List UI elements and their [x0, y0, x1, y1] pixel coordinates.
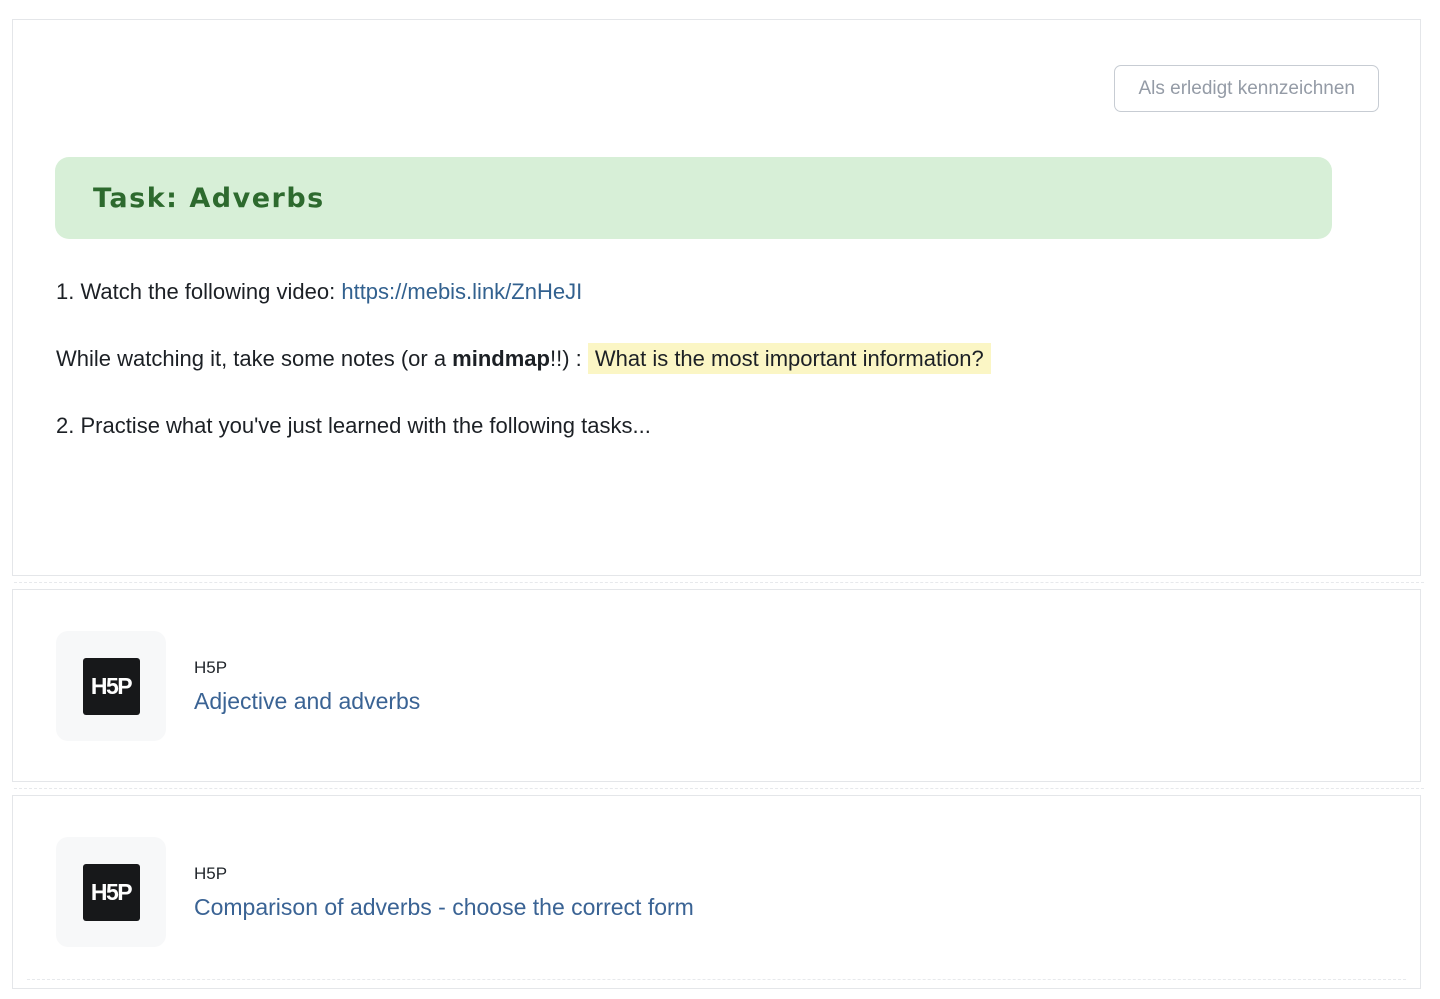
step1-text: 1. Watch the following video: [56, 279, 341, 304]
section-divider [0, 782, 1440, 795]
section-divider [0, 576, 1440, 589]
video-link[interactable]: https://mebis.link/ZnHeJI [341, 279, 582, 304]
note-prefix-text: While watching it, take some notes (or a [56, 346, 452, 371]
h5p-icon-tile: H5P [56, 837, 166, 947]
h5p-icon: H5P [83, 658, 140, 715]
note-highlighted-question: What is the most important information? [588, 343, 991, 374]
instruction-step-1: 1. Watch the following video: https://me… [56, 278, 1420, 306]
activity-row: H5P H5P Adjective and adverbs [56, 631, 420, 741]
note-bold-text: mindmap [452, 346, 550, 371]
instruction-note: While watching it, take some notes (or a… [56, 345, 1420, 373]
activity-text-block: H5P Adjective and adverbs [194, 658, 420, 715]
activity-type-label: H5P [194, 864, 694, 884]
h5p-icon-tile: H5P [56, 631, 166, 741]
note-suffix-text: !!) : [550, 346, 588, 371]
activity-row: H5P H5P Comparison of adverbs - choose t… [56, 837, 694, 947]
activity-card: H5P H5P Adjective and adverbs [12, 589, 1421, 782]
task-banner: Task: Adverbs [55, 157, 1332, 239]
activity-link-comparison-of-adverbs[interactable]: Comparison of adverbs - choose the corre… [194, 894, 694, 921]
activity-card: H5P H5P Comparison of adverbs - choose t… [12, 795, 1421, 989]
instruction-step-2: 2. Practise what you've just learned wit… [56, 412, 1420, 440]
task-section-card: Als erledigt kennzeichnen Task: Adverbs … [12, 19, 1421, 576]
activity-type-label: H5P [194, 658, 420, 678]
h5p-icon: H5P [83, 864, 140, 921]
activity-link-adjective-and-adverbs[interactable]: Adjective and adverbs [194, 688, 420, 715]
activity-bottom-divider [27, 979, 1406, 980]
activity-text-block: H5P Comparison of adverbs - choose the c… [194, 864, 694, 921]
task-banner-title: Task: Adverbs [93, 183, 325, 214]
task-instructions: 1. Watch the following video: https://me… [13, 278, 1420, 440]
mark-as-done-button[interactable]: Als erledigt kennzeichnen [1114, 65, 1379, 112]
